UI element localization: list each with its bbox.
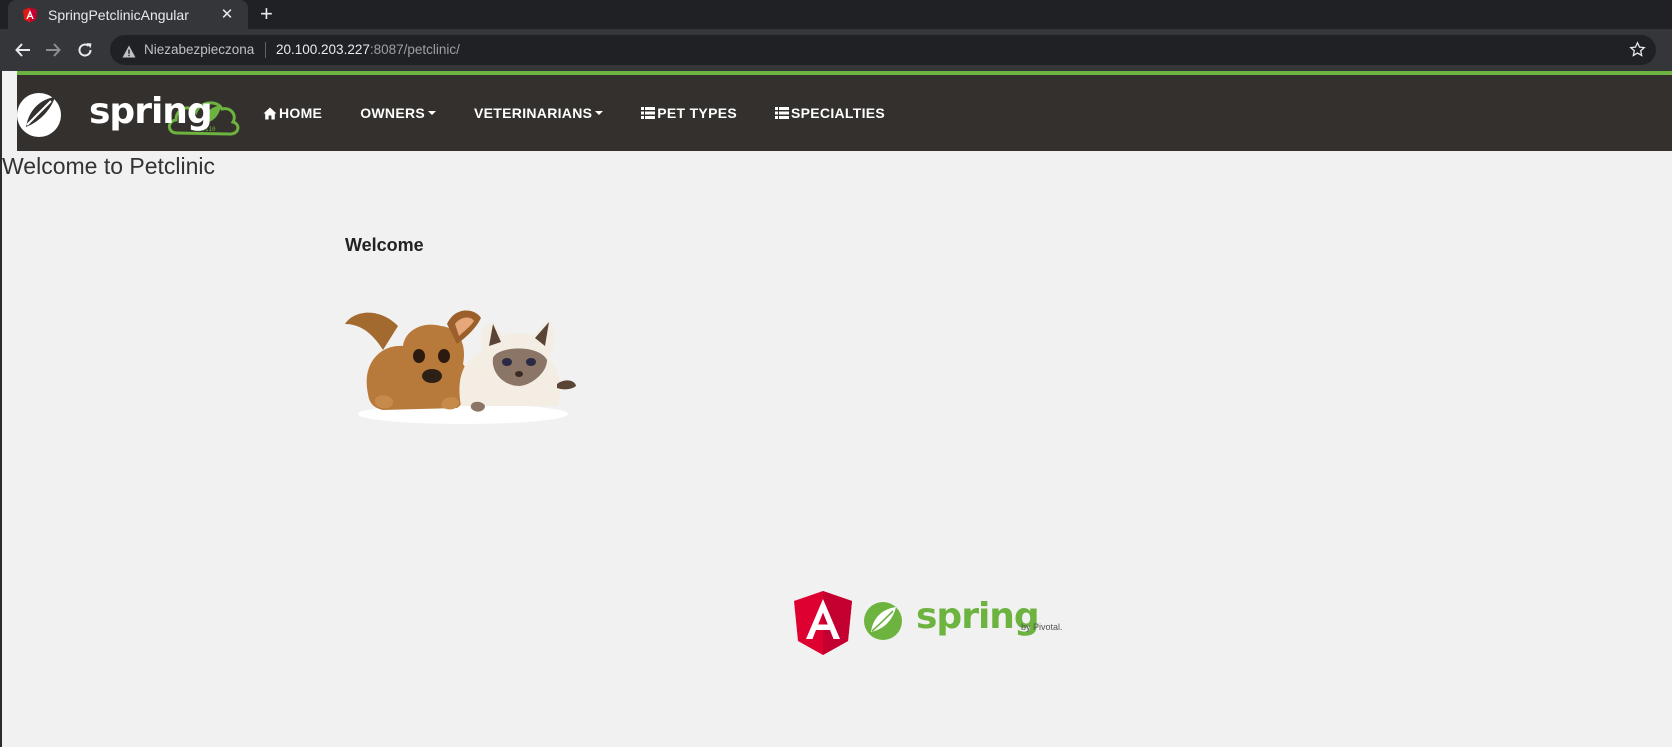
reload-icon[interactable] bbox=[74, 39, 96, 61]
nav-specialties-label: SPECIALTIES bbox=[791, 105, 886, 121]
url-host: 20.100.203.227 bbox=[276, 42, 370, 57]
list-icon bbox=[775, 107, 789, 119]
browser-tab[interactable]: SpringPetclinicAngular ✕ bbox=[8, 0, 248, 29]
list-icon bbox=[641, 107, 656, 119]
top-navbar: 010110 spring HOME OWNERS VETERINARIANS bbox=[17, 71, 1672, 151]
welcome-heading: Welcome bbox=[345, 235, 424, 255]
page-title: Welcome to Petclinic bbox=[2, 153, 216, 179]
nav-owners-dropdown[interactable]: OWNERS bbox=[360, 105, 437, 121]
warning-icon bbox=[122, 43, 136, 62]
brand-text: spring bbox=[89, 91, 213, 132]
security-label[interactable]: Niezabezpieczona bbox=[144, 42, 254, 57]
pets-image bbox=[345, 310, 576, 424]
nav-home[interactable]: HOME bbox=[263, 105, 322, 121]
nav-veterinarians-label: VETERINARIANS bbox=[474, 105, 593, 121]
nav-home-label: HOME bbox=[279, 105, 323, 121]
nav-veterinarians-dropdown[interactable]: VETERINARIANS bbox=[474, 105, 604, 121]
omnibox-divider bbox=[265, 42, 266, 58]
page-viewport: 010110 spring HOME OWNERS VETERINARIANS bbox=[0, 71, 1672, 747]
main-nav: HOME OWNERS VETERINARIANS PET TYPES SPEC… bbox=[263, 75, 923, 151]
spring-brand-logo[interactable]: 010110 spring bbox=[17, 83, 247, 143]
browser-tabstrip: SpringPetclinicAngular ✕ + bbox=[0, 0, 1672, 29]
address-bar[interactable]: Niezabezpieczona 20.100.203.227:8087/pet… bbox=[110, 35, 1656, 65]
spring-logo bbox=[864, 602, 902, 640]
browser-toolbar: Niezabezpieczona 20.100.203.227:8087/pet… bbox=[0, 29, 1672, 71]
url-path: :8087/petclinic/ bbox=[369, 42, 460, 57]
new-tab-button[interactable]: + bbox=[260, 2, 273, 26]
caret-down-icon bbox=[595, 111, 604, 115]
tab-title: SpringPetclinicAngular bbox=[48, 6, 189, 23]
nav-owners-label: OWNERS bbox=[360, 105, 426, 121]
forward-arrow-icon[interactable] bbox=[42, 39, 64, 61]
nav-pet-types-label: PET TYPES bbox=[657, 105, 737, 121]
back-arrow-icon[interactable] bbox=[12, 39, 34, 61]
footer-pivotal-text: by Pivotal. bbox=[1021, 622, 1063, 632]
angular-logo bbox=[794, 591, 852, 655]
caret-down-icon bbox=[428, 111, 437, 115]
nav-pet-types[interactable]: PET TYPES bbox=[641, 105, 737, 121]
bookmark-star-icon[interactable] bbox=[1629, 41, 1646, 62]
angular-icon bbox=[22, 7, 38, 23]
nav-specialties[interactable]: SPECIALTIES bbox=[775, 105, 885, 121]
url-text[interactable]: 20.100.203.227:8087/petclinic/ bbox=[276, 42, 460, 57]
tab-close-icon[interactable]: ✕ bbox=[218, 5, 236, 23]
home-icon bbox=[263, 107, 277, 119]
